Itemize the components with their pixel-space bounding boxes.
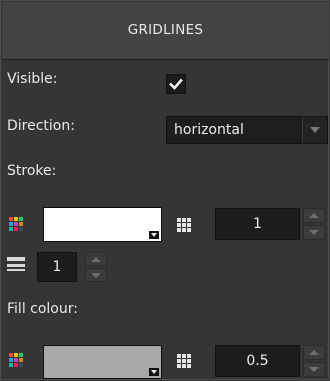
fill-color-swatch[interactable] bbox=[43, 345, 162, 379]
stroke-width-input[interactable]: 1 bbox=[37, 252, 77, 282]
stroke-opacity-stepper[interactable] bbox=[303, 208, 325, 240]
panel-header: GRIDLINES bbox=[2, 2, 329, 60]
swatch-dropdown-icon bbox=[149, 231, 159, 239]
stroke-width-increment-button[interactable] bbox=[85, 252, 107, 266]
fill-opacity-stepper[interactable] bbox=[303, 345, 325, 377]
checkmark-icon bbox=[169, 78, 183, 90]
stroke-width-value: 1 bbox=[52, 259, 62, 275]
stroke-opacity-input[interactable]: 1 bbox=[215, 208, 300, 240]
gridlines-panel: GRIDLINES bbox=[0, 0, 329, 380]
direction-value: horizontal bbox=[174, 122, 244, 138]
stroke-opacity-decrement-button[interactable] bbox=[303, 225, 325, 240]
fill-color-palette-icon[interactable] bbox=[9, 353, 23, 367]
fill-opacity-grid-icon bbox=[177, 354, 191, 368]
visible-checkbox[interactable] bbox=[166, 74, 186, 94]
line-width-icon bbox=[7, 256, 25, 272]
fill-opacity-value: 0.5 bbox=[246, 353, 269, 369]
stroke-width-stepper[interactable] bbox=[85, 252, 107, 282]
stroke-opacity-grid-icon bbox=[177, 218, 191, 232]
direction-select[interactable]: horizontal bbox=[166, 116, 328, 144]
fill-opacity-increment-button[interactable] bbox=[303, 345, 325, 360]
chevron-down-icon bbox=[310, 127, 320, 133]
stroke-opacity-increment-button[interactable] bbox=[303, 208, 325, 223]
stroke-color-swatch[interactable] bbox=[43, 207, 162, 242]
stroke-opacity-value: 1 bbox=[253, 216, 262, 232]
direction-dropdown-button[interactable] bbox=[302, 117, 327, 143]
fill-opacity-decrement-button[interactable] bbox=[303, 362, 325, 377]
direction-label: Direction: bbox=[7, 118, 75, 134]
fill-opacity-input[interactable]: 0.5 bbox=[215, 345, 300, 377]
fill-colour-label: Fill colour: bbox=[7, 301, 78, 317]
stroke-color-palette-icon[interactable] bbox=[9, 217, 23, 231]
stroke-width-decrement-button[interactable] bbox=[85, 268, 107, 282]
panel-title: GRIDLINES bbox=[127, 22, 204, 38]
stroke-label: Stroke: bbox=[7, 163, 57, 179]
swatch-dropdown-icon bbox=[149, 368, 159, 376]
visible-label: Visible: bbox=[7, 71, 58, 87]
